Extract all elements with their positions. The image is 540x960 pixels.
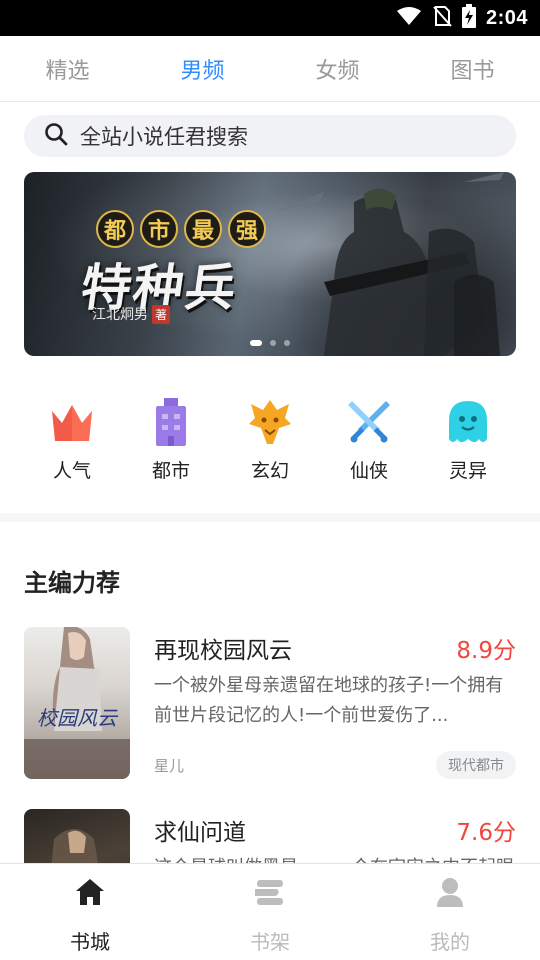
category-fantasy[interactable]: 玄幻 <box>226 396 314 488</box>
category-supernatural[interactable]: 灵异 <box>424 396 512 488</box>
category-label: 都市 <box>151 460 190 482</box>
nav-bookstore[interactable]: 书城 <box>0 864 180 960</box>
banner-pagination <box>24 340 516 346</box>
dragon-icon <box>244 396 296 448</box>
banner-author: 江北炯男 著 <box>92 304 171 324</box>
nav-label: 书架 <box>250 930 290 954</box>
status-icons: 2:04 <box>396 0 528 36</box>
bookshelf-icon <box>254 876 286 908</box>
category-popular[interactable]: 人气 <box>28 396 116 488</box>
book-item[interactable]: 校园风云 再现校园风云 8.9分 一个被外星母亲遗留在地球的孩子!一个拥有前世片… <box>24 627 516 779</box>
nav-profile[interactable]: 我的 <box>360 864 540 960</box>
top-tabs: 精选 男频 女频 图书 <box>0 36 540 102</box>
search-icon <box>44 122 68 150</box>
battery-charging-icon <box>461 4 476 32</box>
banner-tag-char: 市 <box>140 210 178 248</box>
tab-books[interactable]: 图书 <box>405 36 540 101</box>
book-score: 7.6分 <box>456 820 516 846</box>
ghost-icon <box>442 396 494 448</box>
book-title: 再现校园风云 <box>154 638 292 664</box>
tab-featured[interactable]: 精选 <box>0 36 135 101</box>
book-genre-tag[interactable]: 现代都市 <box>436 751 516 779</box>
banner-tagline: 都 市 最 强 <box>96 210 266 248</box>
category-grid: 人气 都市 玄幻 仙侠 灵异 <box>24 396 516 488</box>
no-sim-icon <box>432 5 452 31</box>
category-label: 灵异 <box>448 460 487 482</box>
tab-female[interactable]: 女频 <box>270 36 405 101</box>
category-xianxia[interactable]: 仙侠 <box>325 396 413 488</box>
wifi-icon <box>396 6 422 30</box>
book-description: 一个被外星母亲遗留在地球的孩子!一个拥有前世片段记忆的人!一个前世爱伤了... <box>154 675 504 726</box>
search-bar[interactable]: 全站小说任君搜索 <box>24 115 516 157</box>
status-time: 2:04 <box>485 6 528 29</box>
banner-dot[interactable] <box>284 340 290 346</box>
tab-male[interactable]: 男频 <box>135 36 270 101</box>
category-label: 人气 <box>52 460 91 482</box>
category-city[interactable]: 都市 <box>127 396 215 488</box>
banner-author-name: 江北炯男 <box>92 307 148 323</box>
user-icon <box>434 876 466 908</box>
banner-dot[interactable] <box>250 340 262 346</box>
category-label: 仙侠 <box>349 460 388 482</box>
search-placeholder: 全站小说任君搜索 <box>80 125 248 149</box>
banner-author-seal: 著 <box>152 304 171 324</box>
promo-banner[interactable]: 都 市 最 强 特种兵 江北炯男 著 <box>24 172 516 356</box>
banner-tag-char: 最 <box>184 210 222 248</box>
category-label: 玄幻 <box>250 460 289 482</box>
nav-label: 我的 <box>430 930 470 954</box>
section-title: 主编力荐 <box>24 569 120 597</box>
nav-bookshelf[interactable]: 书架 <box>180 864 360 960</box>
banner-tag-char: 强 <box>228 210 266 248</box>
crossed-swords-icon <box>343 396 395 448</box>
status-bar: 2:04 <box>0 0 540 36</box>
building-icon <box>145 396 197 448</box>
home-icon <box>74 876 106 908</box>
banner-dot[interactable] <box>270 340 276 346</box>
banner-tag-char: 都 <box>96 210 134 248</box>
section-divider <box>0 513 540 522</box>
crown-icon <box>46 396 98 448</box>
book-score: 8.9分 <box>456 638 516 664</box>
book-cover: 校园风云 <box>24 627 130 779</box>
book-title: 求仙问道 <box>154 820 246 846</box>
book-cover-title: 校园风云 <box>37 706 119 730</box>
book-author: 星儿 <box>154 757 185 775</box>
bottom-navigation: 书城 书架 我的 <box>0 863 540 960</box>
nav-label: 书城 <box>70 930 110 954</box>
